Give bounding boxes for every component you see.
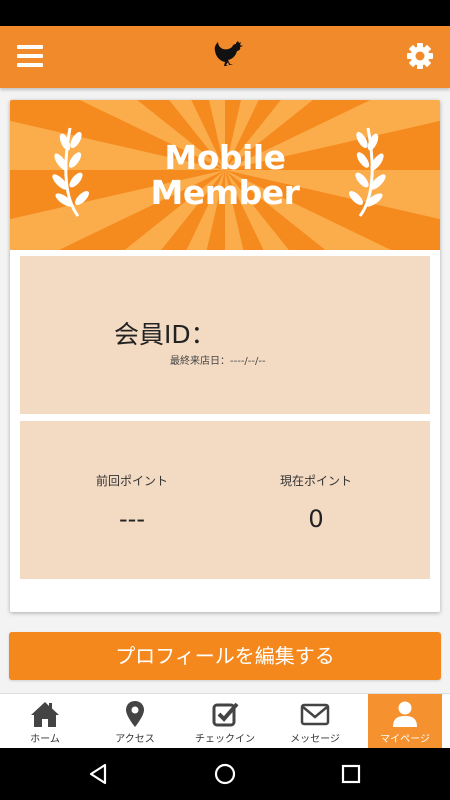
- gear-icon[interactable]: [406, 42, 434, 70]
- banner-title: Mobile Member: [10, 140, 440, 210]
- tab-home-label: ホーム: [30, 734, 60, 745]
- previous-points-label: 前回ポイント: [95, 474, 168, 488]
- banner-title-line2: Member: [150, 173, 300, 212]
- tab-checkin-label: チェックイン: [195, 734, 255, 745]
- recent-apps-icon[interactable]: [339, 762, 363, 786]
- banner-title-line1: Mobile: [164, 138, 286, 177]
- previous-points: 前回ポイント ---: [52, 472, 212, 533]
- member-card: Mobile Member 会員ID： 最終来店日：----/--/-- 前回ポ…: [10, 100, 440, 612]
- current-points-label: 現在ポイント: [279, 474, 352, 488]
- tab-checkin[interactable]: チェックイン: [188, 694, 262, 748]
- rooster-logo-icon: [214, 41, 243, 66]
- last-visit-label: 最終来店日：: [170, 356, 230, 367]
- tab-message[interactable]: メッセージ: [278, 694, 352, 748]
- member-banner: Mobile Member: [10, 100, 440, 250]
- tab-message-label: メッセージ: [290, 734, 340, 745]
- map-pin-icon: [126, 701, 144, 727]
- member-id-panel: 会員ID： 最終来店日：----/--/--: [20, 256, 430, 414]
- current-points: 現在ポイント 0: [236, 472, 396, 533]
- tab-mypage[interactable]: マイページ: [368, 694, 442, 748]
- bottom-tab-bar: ホーム アクセス チェックイン メッセージ マイページ: [0, 693, 450, 748]
- tab-access[interactable]: アクセス: [98, 694, 172, 748]
- edit-profile-button[interactable]: プロフィールを編集する: [9, 632, 441, 680]
- user-icon: [393, 701, 417, 727]
- last-visit: 最終来店日：----/--/--: [170, 352, 266, 367]
- current-points-value: 0: [308, 505, 324, 533]
- home-nav-icon[interactable]: [213, 762, 237, 786]
- app-header: [0, 26, 450, 88]
- hamburger-menu-icon[interactable]: [17, 45, 43, 67]
- tab-home[interactable]: ホーム: [8, 694, 82, 748]
- tab-mypage-label: マイページ: [380, 734, 430, 745]
- last-visit-value: ----/--/--: [230, 356, 266, 367]
- member-id-label: 会員ID：: [114, 320, 216, 349]
- previous-points-value: ---: [119, 505, 145, 533]
- android-nav-bar: [0, 748, 450, 800]
- back-icon[interactable]: [86, 762, 110, 786]
- home-icon: [31, 702, 59, 727]
- envelope-icon: [300, 703, 330, 726]
- points-panel: 前回ポイント --- 現在ポイント 0: [20, 421, 430, 579]
- tab-access-label: アクセス: [115, 734, 155, 745]
- checkbox-icon: [212, 702, 239, 727]
- status-bar: [0, 0, 450, 26]
